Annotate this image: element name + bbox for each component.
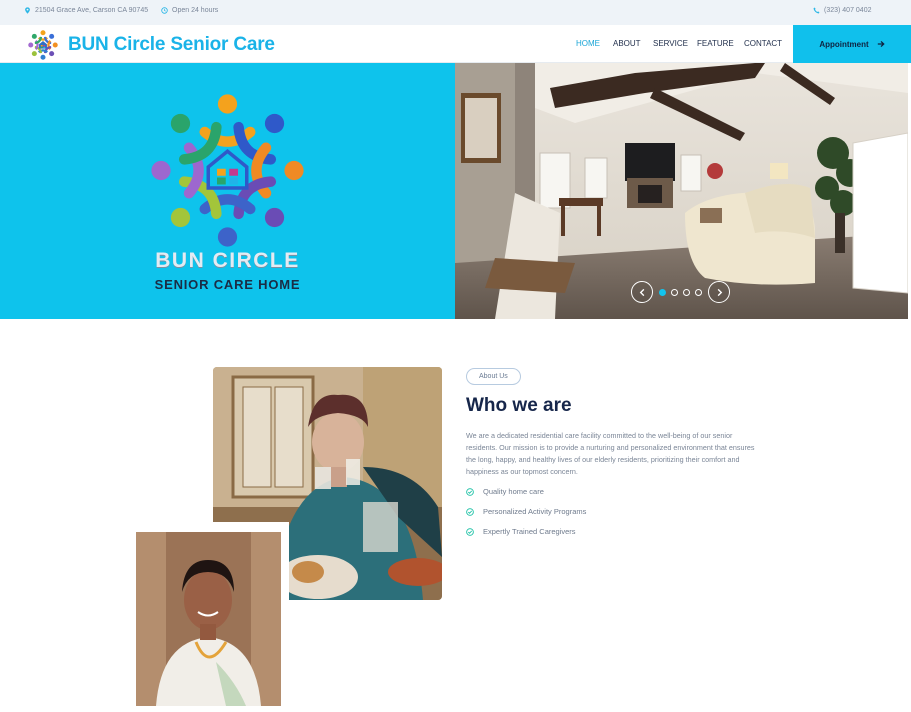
nav-about[interactable]: ABOUT	[613, 39, 641, 48]
nav-service[interactable]: SERVICE	[653, 39, 688, 48]
feature-label: Quality home care	[483, 487, 544, 496]
address-text: 21504 Grace Ave, Carson CA 90745	[35, 7, 149, 14]
hours-text: Open 24 hours	[172, 7, 219, 14]
about-description: We are a dedicated residential care faci…	[466, 431, 755, 476]
caregiver-portrait-photo	[136, 532, 281, 706]
caregiver-portrait-image	[136, 532, 281, 706]
nav-contact[interactable]: CONTACT	[744, 39, 782, 48]
feature-item-1: Quality home care	[466, 487, 544, 496]
address-info: 21504 Grace Ave, Carson CA 90745	[24, 7, 148, 14]
site-header: BUN Circle Senior Care HOME ABOUT SERVIC…	[0, 25, 911, 63]
feature-label: Personalized Activity Programs	[483, 507, 587, 516]
chevron-right-icon	[717, 288, 722, 296]
appointment-label: Appointment	[819, 39, 869, 49]
hero-logo-panel: BUN CIRCLE SENIOR CARE HOME	[0, 63, 455, 319]
carousel-dot-3[interactable]	[683, 289, 690, 296]
feature-item-2: Personalized Activity Programs	[466, 507, 586, 516]
check-circle-icon	[466, 487, 474, 496]
carousel-prev-button[interactable]	[631, 281, 653, 303]
carousel-dot-1[interactable]	[659, 289, 666, 296]
brand-logo-icon[interactable]	[24, 27, 62, 63]
feature-item-3: Expertly Trained Caregivers	[466, 527, 576, 536]
hero-logo-subtitle: SENIOR CARE HOME	[154, 277, 301, 292]
about-us-badge: About Us	[466, 368, 521, 385]
phone-info[interactable]: (323) 407 0402	[813, 7, 871, 14]
bun-circle-emblem-icon	[151, 94, 304, 247]
appointment-button[interactable]: Appointment	[793, 25, 911, 63]
chevron-left-icon	[639, 288, 644, 296]
check-circle-icon	[466, 527, 474, 536]
hero-carousel[interactable]	[455, 63, 908, 319]
phone-icon	[813, 7, 820, 14]
top-info-bar: 21504 Grace Ave, Carson CA 90745 Open 24…	[0, 0, 911, 25]
nav-home[interactable]: HOME	[576, 39, 600, 48]
arrow-right-icon	[877, 40, 885, 48]
map-pin-icon	[25, 7, 30, 14]
feature-label: Expertly Trained Caregivers	[483, 527, 576, 536]
carousel-dot-2[interactable]	[671, 289, 678, 296]
check-circle-icon	[466, 507, 474, 516]
nav-feature[interactable]: FEATURE	[697, 39, 734, 48]
hero-logo-title: BUN CIRCLE	[155, 249, 300, 272]
phone-text[interactable]: (323) 407 0402	[824, 7, 871, 14]
living-room-photo	[455, 63, 908, 319]
carousel-next-button[interactable]	[708, 281, 730, 303]
brand-name[interactable]: BUN Circle Senior Care	[68, 34, 275, 56]
clock-icon	[161, 7, 168, 14]
about-heading: Who we are	[466, 395, 572, 416]
hours-info: Open 24 hours	[161, 7, 218, 14]
carousel-dot-4[interactable]	[695, 289, 702, 296]
brand[interactable]: BUN Circle Senior Care	[24, 27, 275, 63]
